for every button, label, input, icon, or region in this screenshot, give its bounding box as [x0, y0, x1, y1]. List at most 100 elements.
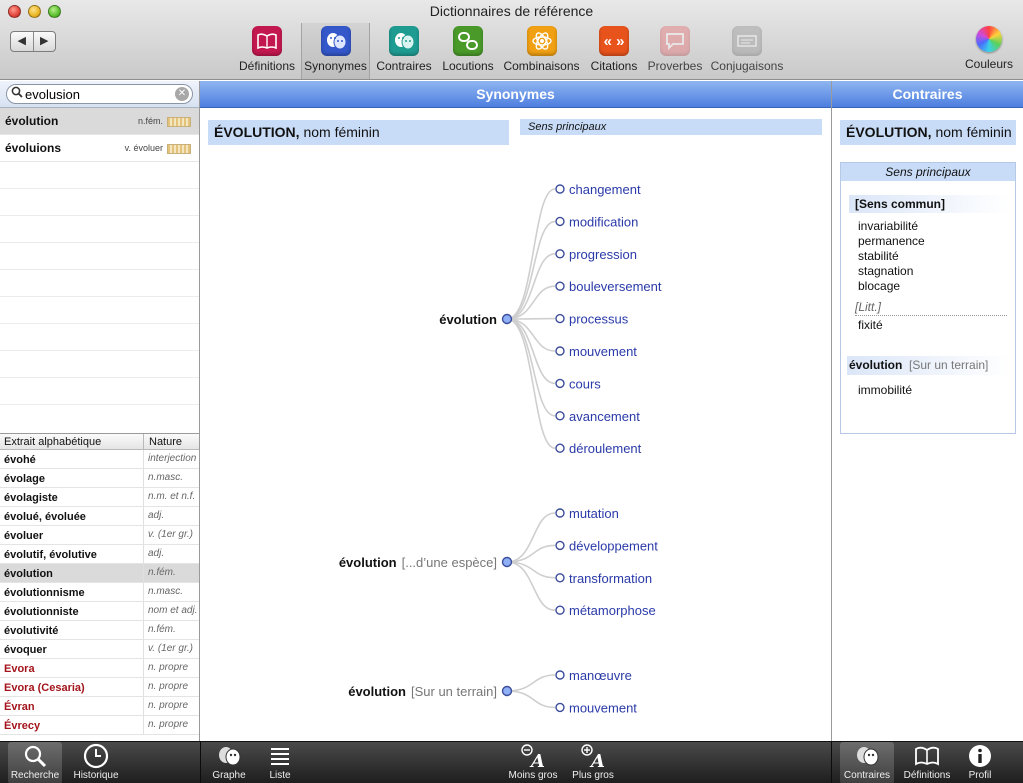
- alpha-list-row[interactable]: évoluer v. (1er gr.): [0, 526, 199, 545]
- synonym-word[interactable]: progression: [569, 247, 637, 262]
- alpha-word: évolutionniste: [4, 606, 79, 618]
- liste-button[interactable]: Liste: [260, 742, 300, 783]
- synonym-node[interactable]: [555, 216, 565, 227]
- tab-conjugaisons[interactable]: Conjugaisons: [709, 26, 785, 76]
- sense-label: évolution: [439, 312, 497, 327]
- synonym-node[interactable]: [555, 702, 565, 713]
- graphe-button[interactable]: Graphe: [207, 742, 251, 783]
- search-input[interactable]: [25, 85, 175, 103]
- graph-edge: [506, 674, 556, 692]
- alpha-list-row[interactable]: évolage n.masc.: [0, 469, 199, 488]
- alpha-list-row[interactable]: évoquer v. (1er gr.): [0, 640, 199, 659]
- result-row[interactable]: évoluions v. évoluer: [0, 135, 199, 162]
- antonym-word[interactable]: permanence: [858, 234, 1015, 249]
- synonym-node[interactable]: [555, 184, 565, 194]
- synonym-node[interactable]: [555, 540, 565, 551]
- synonym-word[interactable]: déroulement: [569, 441, 642, 456]
- synonym-word[interactable]: mouvement: [569, 700, 637, 715]
- sense-node[interactable]: [501, 313, 513, 325]
- antonym-word[interactable]: blocage: [858, 279, 1015, 294]
- tab-proverbes[interactable]: Proverbes: [646, 26, 704, 76]
- info-icon: [962, 742, 998, 770]
- tab-synonymes[interactable]: Synonymes: [301, 23, 370, 79]
- alpha-list-row[interactable]: évolutivité n.fém.: [0, 621, 199, 640]
- synonym-node[interactable]: [555, 670, 565, 680]
- antonym-word[interactable]: fixité: [858, 318, 1015, 332]
- synonym-node[interactable]: [555, 281, 565, 291]
- synonym-word[interactable]: mutation: [569, 506, 619, 521]
- tab-citations[interactable]: « » Citations: [588, 26, 640, 76]
- contraires-button[interactable]: Contraires: [840, 742, 894, 783]
- alpha-list-row[interactable]: évolutif, évolutive adj.: [0, 545, 199, 564]
- register-label: [Litt.]: [855, 300, 1007, 316]
- recherche-button[interactable]: Recherche: [8, 742, 62, 783]
- tab-combinaisons[interactable]: Combinaisons: [502, 26, 581, 76]
- tab-definitions[interactable]: Définitions: [236, 26, 298, 76]
- alpha-list-row[interactable]: Évrecy n. propre: [0, 716, 199, 735]
- antonym-word[interactable]: invariabilité: [858, 219, 1015, 234]
- tab-contraires[interactable]: Contraires: [374, 26, 434, 76]
- masks-icon: [389, 26, 419, 56]
- alpha-word: Evora (Cesaria): [4, 682, 85, 694]
- synonym-node[interactable]: [555, 346, 565, 356]
- synonym-word[interactable]: transformation: [569, 571, 652, 586]
- result-row[interactable]: évolution n.fém.: [0, 108, 199, 135]
- forward-button[interactable]: ▶: [34, 32, 56, 51]
- column-header-nature[interactable]: Nature: [143, 434, 182, 450]
- alpha-nature: n.m. et n.f.: [143, 488, 195, 506]
- synonym-word[interactable]: cours: [569, 376, 601, 391]
- synonym-word[interactable]: avancement: [569, 409, 640, 424]
- synonym-node[interactable]: [555, 443, 565, 453]
- app-window: Dictionnaires de référence ◀ ▶ Définitio…: [0, 0, 1023, 783]
- synonym-node[interactable]: [555, 378, 565, 389]
- antonym-word[interactable]: stabilité: [858, 249, 1015, 264]
- alpha-list-row[interactable]: Evora n. propre: [0, 659, 199, 678]
- synonym-word[interactable]: processus: [569, 312, 629, 327]
- synonym-word[interactable]: développement: [569, 538, 658, 553]
- sense-node[interactable]: [501, 685, 513, 697]
- zoom-out-button[interactable]: A Moins gros: [505, 742, 561, 783]
- synonym-node[interactable]: [555, 313, 565, 324]
- sense-heading: évolution [Sur un terrain]: [847, 356, 1011, 375]
- alpha-list-row[interactable]: évolution n.fém.: [0, 564, 199, 583]
- synonym-node[interactable]: [555, 249, 565, 259]
- quote-icon: « »: [599, 26, 629, 56]
- alpha-list-row[interactable]: Évran n. propre: [0, 697, 199, 716]
- sense-node[interactable]: [501, 556, 513, 568]
- synonym-word[interactable]: bouleversement: [569, 279, 662, 294]
- profil-button[interactable]: Profil: [962, 742, 998, 783]
- synonym-word[interactable]: changement: [569, 182, 641, 197]
- zoom-in-button[interactable]: A Plus gros: [568, 742, 618, 783]
- synonym-word[interactable]: modification: [569, 214, 638, 229]
- synonym-node[interactable]: [555, 605, 565, 615]
- alpha-list-row[interactable]: évolué, évoluée adj.: [0, 507, 199, 526]
- synonym-node[interactable]: [555, 573, 565, 583]
- alpha-list-row[interactable]: évolagiste n.m. et n.f.: [0, 488, 199, 507]
- back-button[interactable]: ◀: [11, 32, 34, 51]
- column-header-word[interactable]: Extrait alphabétique: [4, 436, 101, 448]
- alpha-list-row[interactable]: évohé interjection: [0, 450, 199, 469]
- clear-search-icon[interactable]: ✕: [175, 87, 189, 101]
- synonym-graph: changement modification progression bouleve…: [339, 182, 662, 715]
- tab-locutions[interactable]: Locutions: [439, 26, 497, 76]
- definitions-button[interactable]: Définitions: [900, 742, 954, 783]
- frequency-icon: [167, 144, 191, 154]
- antonym-word[interactable]: immobilité: [858, 383, 1015, 397]
- clock-icon: [68, 742, 124, 770]
- masks-icon: [840, 742, 894, 770]
- alpha-list-row[interactable]: évolutionniste nom et adj.: [0, 602, 199, 621]
- synonym-word[interactable]: mouvement: [569, 344, 637, 359]
- antonym-word[interactable]: stagnation: [858, 264, 1015, 279]
- alpha-word: évolagiste: [4, 492, 58, 504]
- synonym-node[interactable]: [555, 508, 565, 518]
- synonym-word[interactable]: métamorphose: [569, 603, 656, 618]
- entry-heading: ÉVOLUTION, nom féminin: [208, 120, 509, 145]
- search-sidebar: ✕ évolution n.fém. évoluions v. évoluer: [0, 81, 200, 741]
- couleurs-button[interactable]: Couleurs: [962, 26, 1016, 76]
- synonym-node[interactable]: [555, 411, 565, 421]
- synonym-word[interactable]: manœuvre: [569, 668, 632, 683]
- alpha-list-row[interactable]: évolutionnisme n.masc.: [0, 583, 199, 602]
- alpha-word: évolutif, évolutive: [4, 549, 97, 561]
- historique-button[interactable]: Historique: [68, 742, 124, 783]
- alpha-list-row[interactable]: Evora (Cesaria) n. propre: [0, 678, 199, 697]
